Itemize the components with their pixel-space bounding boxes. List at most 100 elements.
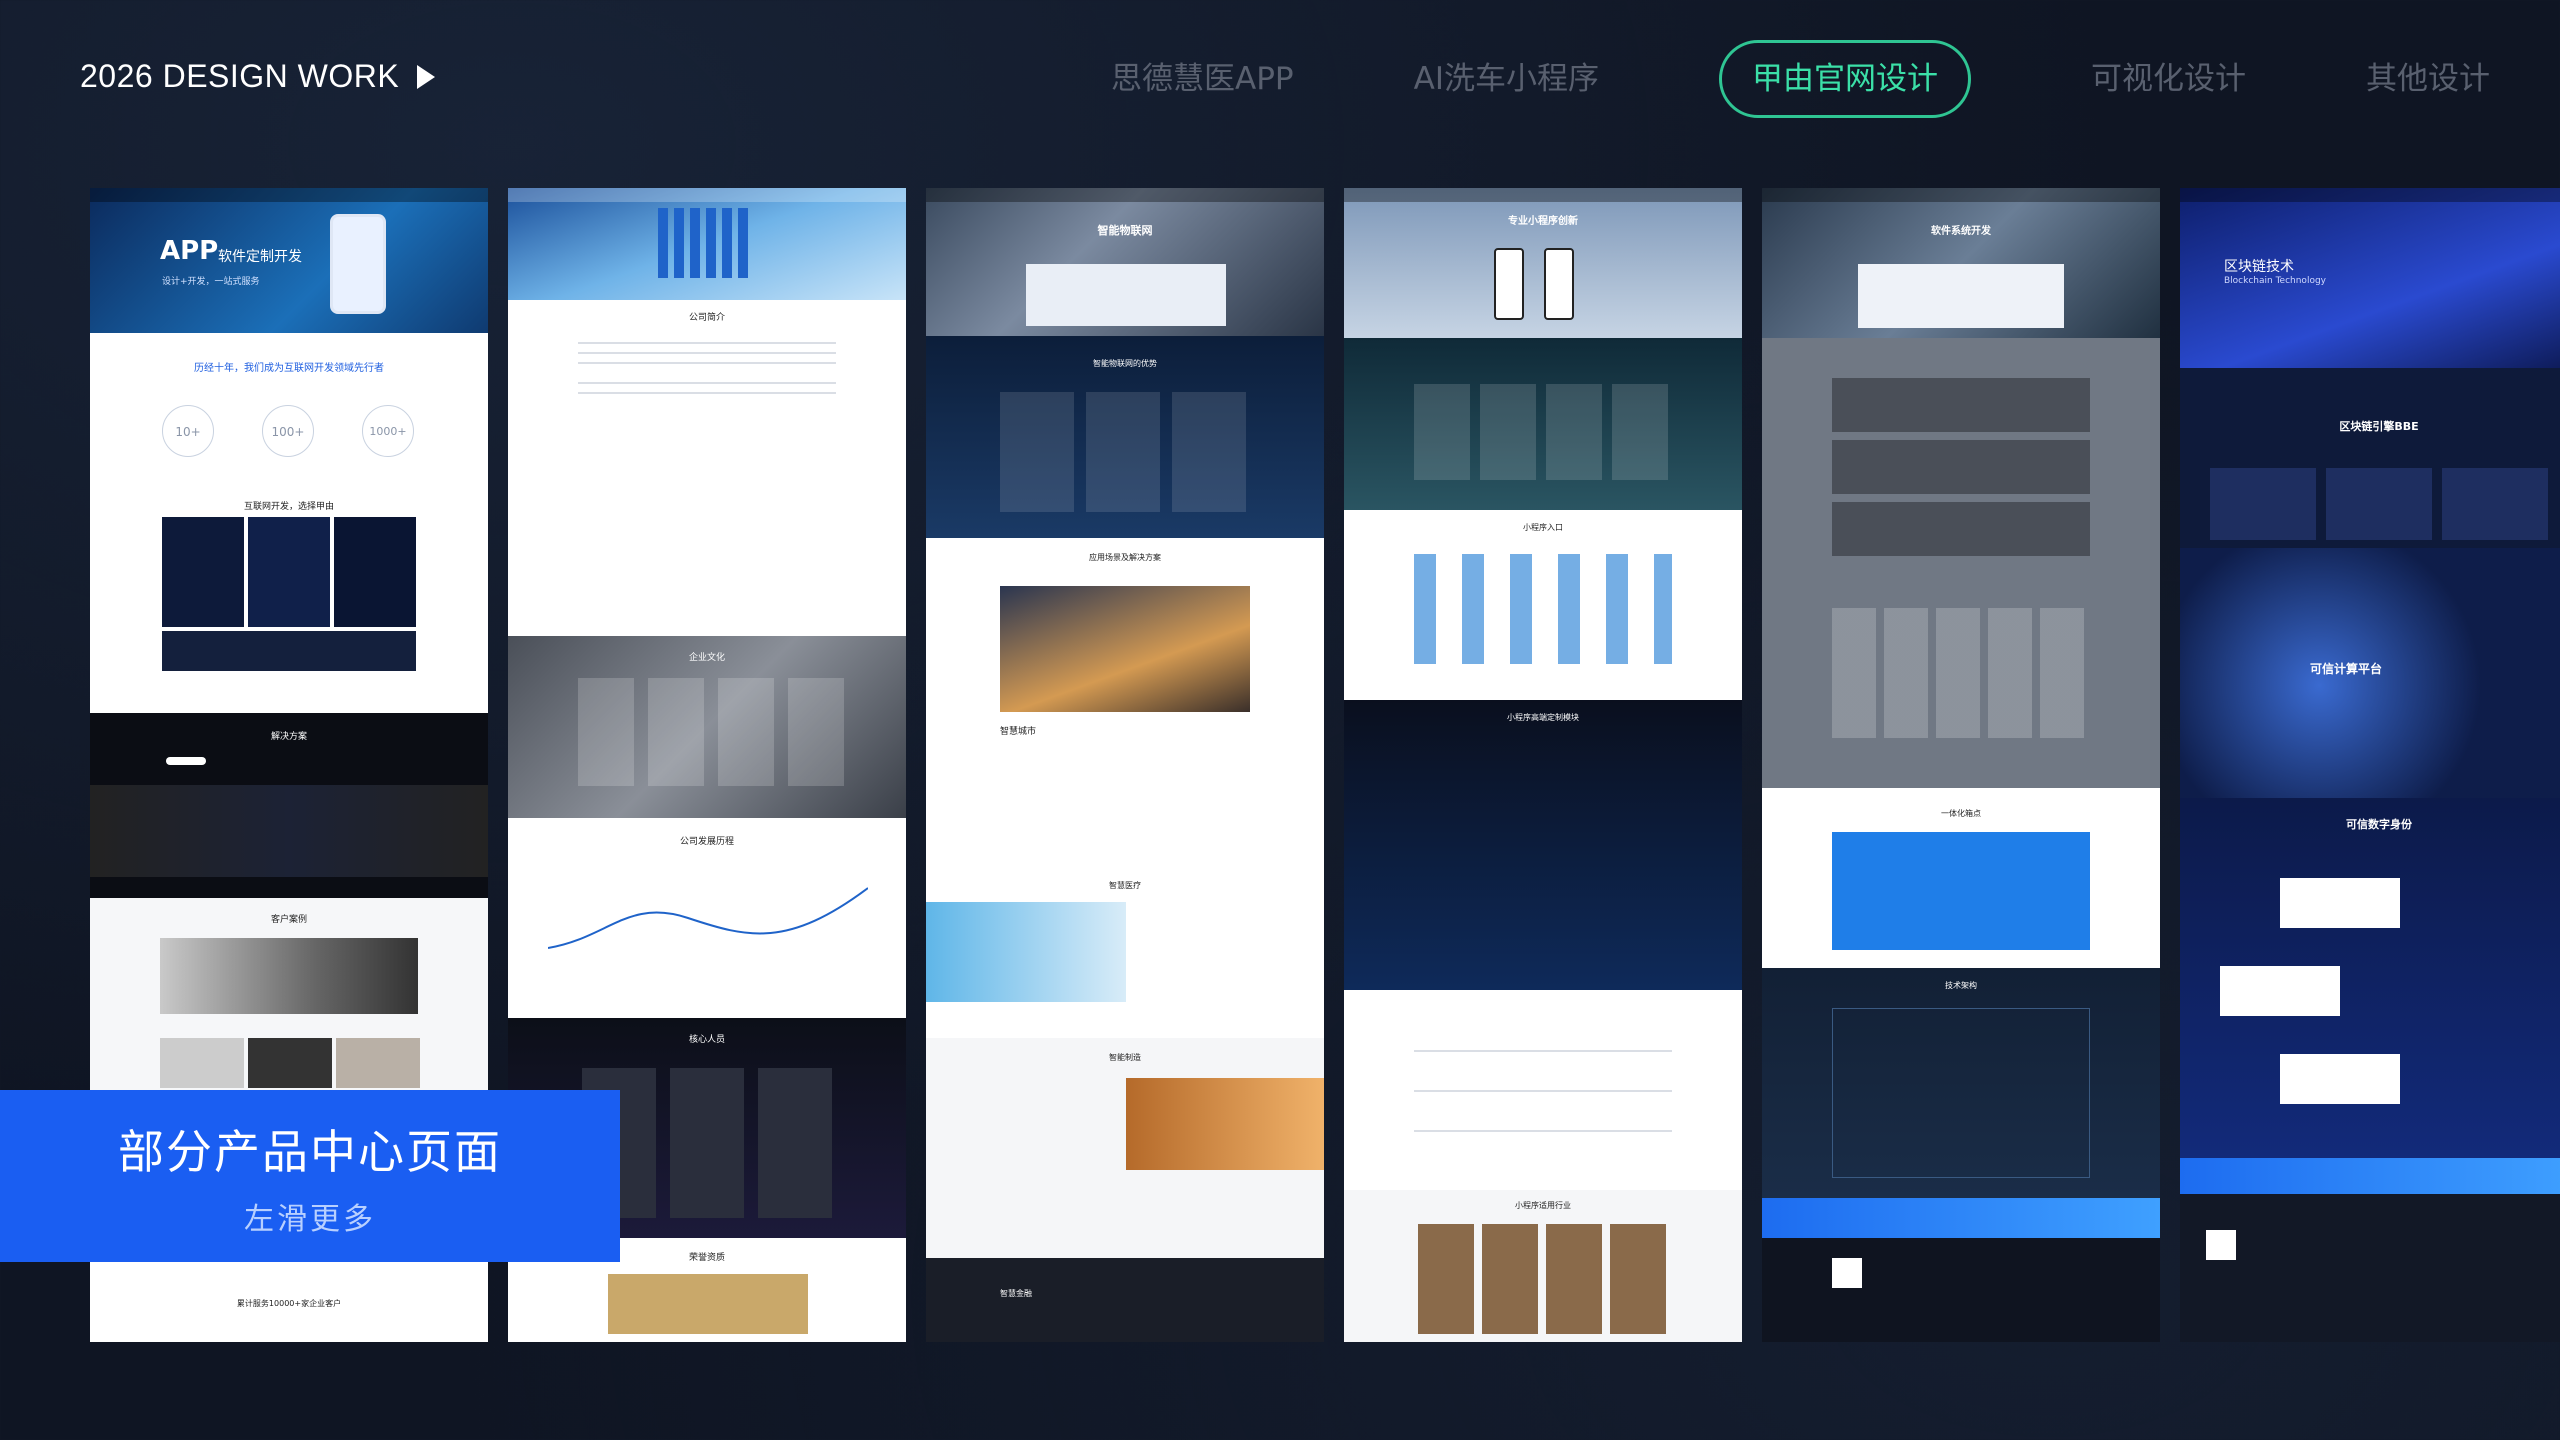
text-line xyxy=(578,382,836,384)
screen-mockup xyxy=(1026,264,1226,326)
promo-overlay: 部分产品中心页面 左滑更多 xyxy=(0,1090,620,1262)
hero-subtitle-en: Blockchain Technology xyxy=(2224,276,2326,286)
hero-banner xyxy=(508,188,906,300)
intro-section: 公司简介 xyxy=(508,300,906,636)
text-line xyxy=(578,342,836,344)
advantage-section: 智能物联网的优势 xyxy=(926,336,1324,538)
channel-card xyxy=(1480,384,1536,480)
qr-code xyxy=(1832,1258,1862,1288)
mfg-section: 智能制造 xyxy=(926,1038,1324,1258)
intro-title: 公司简介 xyxy=(688,313,725,323)
app-card xyxy=(248,517,330,627)
entry-title: 小程序入口 xyxy=(1523,523,1563,532)
city-image xyxy=(1000,586,1250,712)
tab-sidehuiyi-app[interactable]: 思德慧医APP xyxy=(1111,40,1294,118)
culture-card xyxy=(718,678,774,786)
hero-title: 区块链技术 xyxy=(2224,259,2294,275)
screenshot-blockchain[interactable]: 区块链技术 Blockchain Technology 区块链引擎BBE 可信计… xyxy=(2180,188,2560,1342)
engine-title: 区块链引擎BBE xyxy=(2339,420,2419,433)
finance-section: 智慧金融 xyxy=(926,1258,1324,1342)
mini-nav xyxy=(2180,188,2560,202)
channel-section xyxy=(1344,338,1742,510)
finance-title: 智慧金融 xyxy=(1000,1289,1032,1298)
stat-circle: 1000+ xyxy=(362,405,414,457)
arch-diagram xyxy=(1832,1008,2090,1178)
cta-banner xyxy=(2180,1158,2560,1194)
platform-section: 可信计算平台 xyxy=(2180,548,2560,798)
history-section: 公司发展历程 xyxy=(508,818,906,1018)
advantage-card xyxy=(1172,392,1246,512)
tab-ai-carwash[interactable]: AI洗车小程序 xyxy=(1414,40,1599,118)
team-title: 核心人员 xyxy=(688,1035,725,1045)
channel-card xyxy=(1414,384,1470,480)
identity-card xyxy=(2220,966,2340,1016)
hero-banner: 区块链技术 Blockchain Technology xyxy=(2180,188,2560,368)
entry-section: 小程序入口 xyxy=(1344,510,1742,700)
identity-card xyxy=(2280,1054,2400,1104)
feature-columns xyxy=(1832,608,2090,738)
arch-title: 技术架构 xyxy=(1945,981,1977,990)
brand-title-text: 2026 DESIGN WORK xyxy=(80,58,400,94)
culture-card xyxy=(648,678,704,786)
hero-title: APP xyxy=(160,236,219,266)
mini-nav xyxy=(90,188,488,202)
engine-card xyxy=(2210,468,2316,540)
brand-title[interactable]: 2026 DESIGN WORK xyxy=(80,58,436,95)
case-thumb xyxy=(248,1038,332,1088)
scenarios-section: 一体化箱点 xyxy=(1762,338,2160,968)
identity-section: 可信数字身份 xyxy=(2180,798,2560,1158)
app-card xyxy=(162,517,244,627)
channel-card xyxy=(1546,384,1602,480)
culture-card xyxy=(788,678,844,786)
screenshot-miniprogram[interactable]: 专业小程序创新 小程序入口 小程序高端定制模块 小程序适用行业 xyxy=(1344,188,1742,1342)
team-card xyxy=(758,1068,832,1218)
solution-tab xyxy=(166,757,206,765)
mini-nav xyxy=(1344,188,1742,202)
modules-section: 小程序高端定制模块 xyxy=(1344,700,1742,990)
section-title: 互联网开发，选择甲由 xyxy=(243,502,334,512)
hero-tag: 设计+开发，一站式服务 xyxy=(162,277,260,287)
stat-circle: 10+ xyxy=(162,405,214,457)
arch-section: 技术架构 xyxy=(1762,968,2160,1198)
identity-card xyxy=(2280,878,2400,928)
tab-visualization[interactable]: 可视化设计 xyxy=(2091,40,2246,118)
medical-image xyxy=(926,902,1126,1002)
identity-title: 可信数字身份 xyxy=(2346,818,2412,831)
footer xyxy=(1762,1238,2160,1342)
screenshot-software[interactable]: 软件系统开发 一体化箱点 技术架构 xyxy=(1762,188,2160,1342)
mfg-title: 智能制造 xyxy=(1109,1053,1141,1062)
hero-title: 智能物联网 xyxy=(1097,224,1153,237)
screen-mockup xyxy=(1858,264,2064,328)
about-heading: 历经十年，我们成为互联网开发领域先行者 xyxy=(194,363,384,374)
apps-section: 应用场景及解决方案 智慧城市 智慧医疗 xyxy=(926,538,1324,1038)
screenshot-iot[interactable]: 智能物联网 智能物联网的优势 应用场景及解决方案 智慧城市 智慧医疗 智能制造 … xyxy=(926,188,1324,1342)
engine-card xyxy=(2442,468,2548,540)
city-title: 智慧城市 xyxy=(1000,727,1037,737)
hero-banner: 智能物联网 xyxy=(926,188,1324,336)
cases-title: 客户案例 xyxy=(270,915,307,925)
text-line xyxy=(578,392,836,394)
solution-section: 解决方案 xyxy=(90,713,488,898)
cta-banner xyxy=(1762,1198,2160,1238)
case-thumb xyxy=(336,1038,420,1088)
tab-other[interactable]: 其他设计 xyxy=(2366,40,2490,118)
industry-image-grid xyxy=(1418,1224,1668,1334)
team-card xyxy=(670,1068,744,1218)
channel-card xyxy=(1612,384,1668,480)
hero-title: 软件系统开发 xyxy=(1931,226,1991,237)
stat-circle: 100+ xyxy=(262,405,314,457)
promo-subtitle: 左滑更多 xyxy=(244,1202,376,1237)
solution-banner xyxy=(90,785,488,877)
apps-title: 应用场景及解决方案 xyxy=(1089,553,1161,562)
partners-title: 累计服务10000+家企业客户 xyxy=(236,1299,342,1308)
tab-website-design[interactable]: 甲由官网设计 xyxy=(1719,40,1971,118)
text-line xyxy=(1414,1050,1672,1052)
advantage-card xyxy=(1086,392,1160,512)
mini-nav xyxy=(508,188,906,202)
culture-title: 企业文化 xyxy=(688,653,725,663)
culture-card xyxy=(578,678,634,786)
industry-plans-section xyxy=(1344,990,1742,1190)
platform-title: 可信计算平台 xyxy=(2310,662,2383,676)
about-section: 历经十年，我们成为互联网开发领域先行者 10+ 100+ 1000+ 互联网开发… xyxy=(90,333,488,713)
hero-banner: 软件系统开发 xyxy=(1762,188,2160,338)
